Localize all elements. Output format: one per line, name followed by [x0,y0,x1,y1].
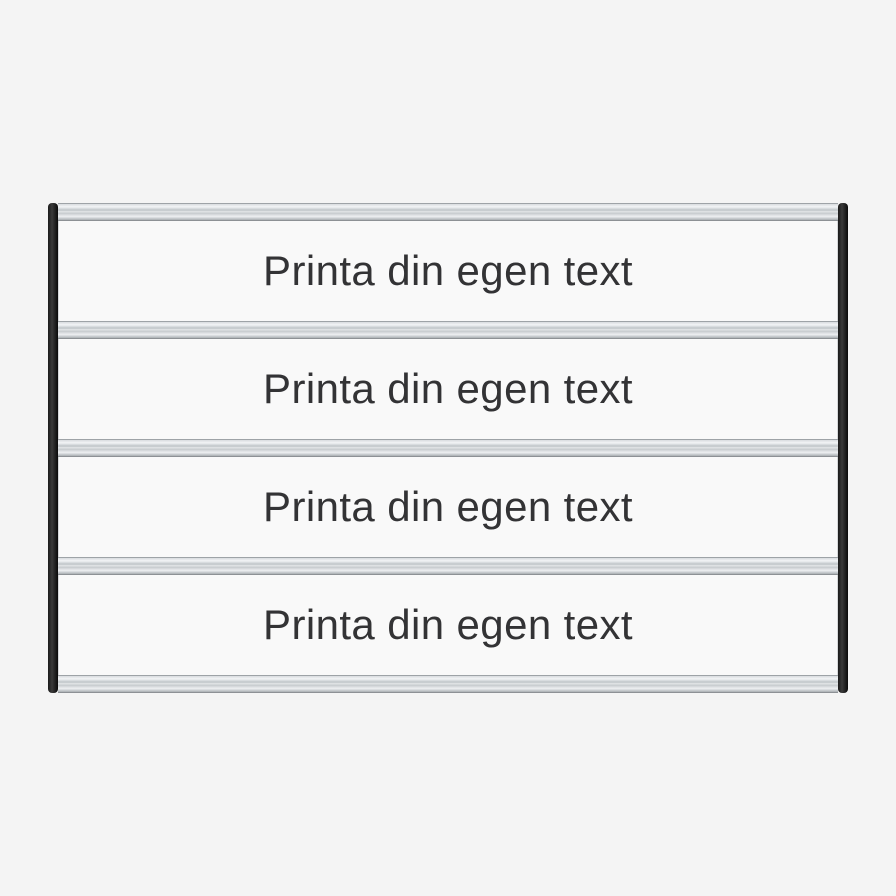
rail [58,203,838,221]
rail [58,557,838,575]
slat: Printa din egen text [58,575,838,675]
rail [58,439,838,457]
rail [58,321,838,339]
right-post [838,203,848,693]
slat: Printa din egen text [58,339,838,439]
slat-label: Printa din egen text [263,247,633,295]
sign-frame: Printa din egen text Printa din egen tex… [48,203,848,693]
slat-label: Printa din egen text [263,483,633,531]
slots-column: Printa din egen text Printa din egen tex… [58,203,838,693]
rail [58,675,838,693]
slat: Printa din egen text [58,457,838,557]
slat-label: Printa din egen text [263,601,633,649]
left-post [48,203,58,693]
slat-label: Printa din egen text [263,365,633,413]
slat: Printa din egen text [58,221,838,321]
